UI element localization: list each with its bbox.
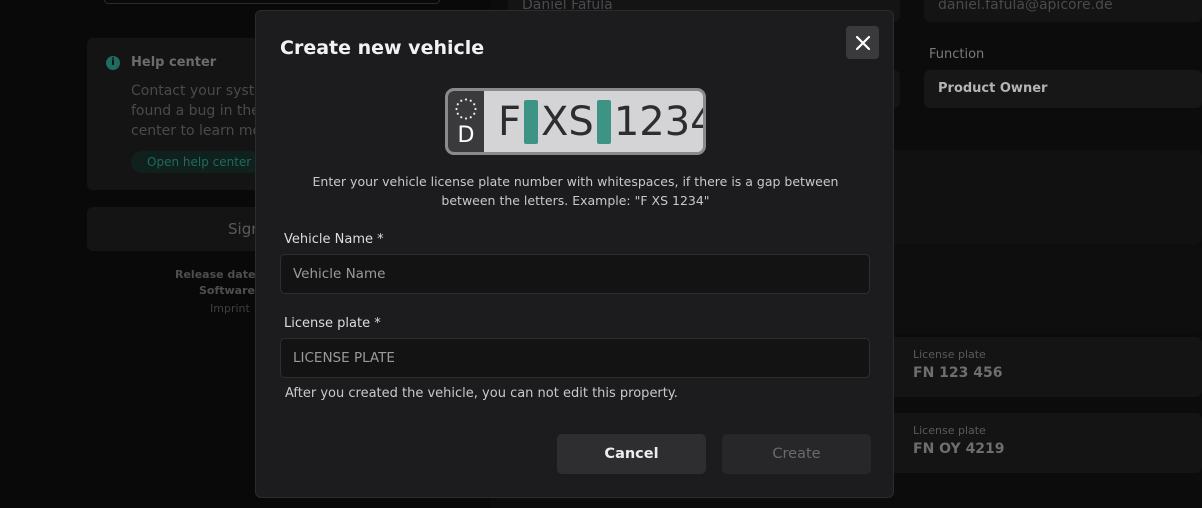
license-plate-label: License plate * — [284, 316, 381, 331]
help-center-text-3: center to learn mo — [131, 123, 262, 139]
plate-stamp — [524, 100, 539, 144]
function-value: Product Owner — [938, 81, 1048, 96]
function-label: Function — [929, 47, 985, 62]
close-icon — [855, 35, 870, 50]
eu-band: D — [448, 91, 484, 152]
help-center-text-2: found a bug in the — [131, 103, 260, 119]
vehicle-name-label: Vehicle Name * — [284, 232, 384, 247]
dialog-title: Create new vehicle — [280, 37, 485, 59]
help-center-text-1: Contact your syst — [131, 83, 255, 99]
plate-segment-district: F — [498, 99, 522, 145]
imprint-link[interactable]: Imprint — [210, 302, 250, 315]
plate-stamp — [596, 100, 611, 144]
user-email-value: daniel.fafula@apicore.de — [938, 0, 1113, 13]
close-button[interactable] — [846, 26, 879, 59]
plate-characters: F XS 1234 — [498, 97, 706, 147]
eu-stars-icon — [455, 98, 477, 120]
vehicle-name-input[interactable] — [280, 254, 870, 294]
vehicle-plate-value: FN OY 4219 — [913, 441, 1005, 457]
plate-country-code: D — [457, 123, 475, 148]
plate-format-hint: Enter your vehicle license plate number … — [312, 174, 839, 208]
plate-segment-letters: XS — [541, 99, 594, 145]
license-plate-note: After you created the vehicle, you can n… — [285, 386, 678, 401]
release-date-label: Release date — [175, 268, 256, 281]
vehicle-plate-label: License plate — [913, 348, 986, 361]
info-icon: i — [106, 56, 120, 70]
vehicle-plate-value: FN 123 456 — [913, 365, 1003, 381]
cancel-button[interactable]: Cancel — [557, 434, 706, 474]
vehicle-plate-label: License plate — [913, 424, 986, 437]
license-plate-input[interactable] — [280, 338, 870, 378]
help-center-title: Help center — [131, 55, 217, 70]
license-plate-preview: D F XS 1234 — [445, 88, 706, 155]
software-label: Software — [199, 284, 255, 297]
background-input — [104, 0, 440, 4]
open-help-center-button[interactable]: Open help center — [131, 151, 261, 173]
plate-segment-number: 1234 — [613, 99, 706, 145]
create-button[interactable]: Create — [722, 434, 871, 474]
create-vehicle-dialog: Create new vehicle D F XS 1234 Enter you… — [255, 10, 894, 498]
